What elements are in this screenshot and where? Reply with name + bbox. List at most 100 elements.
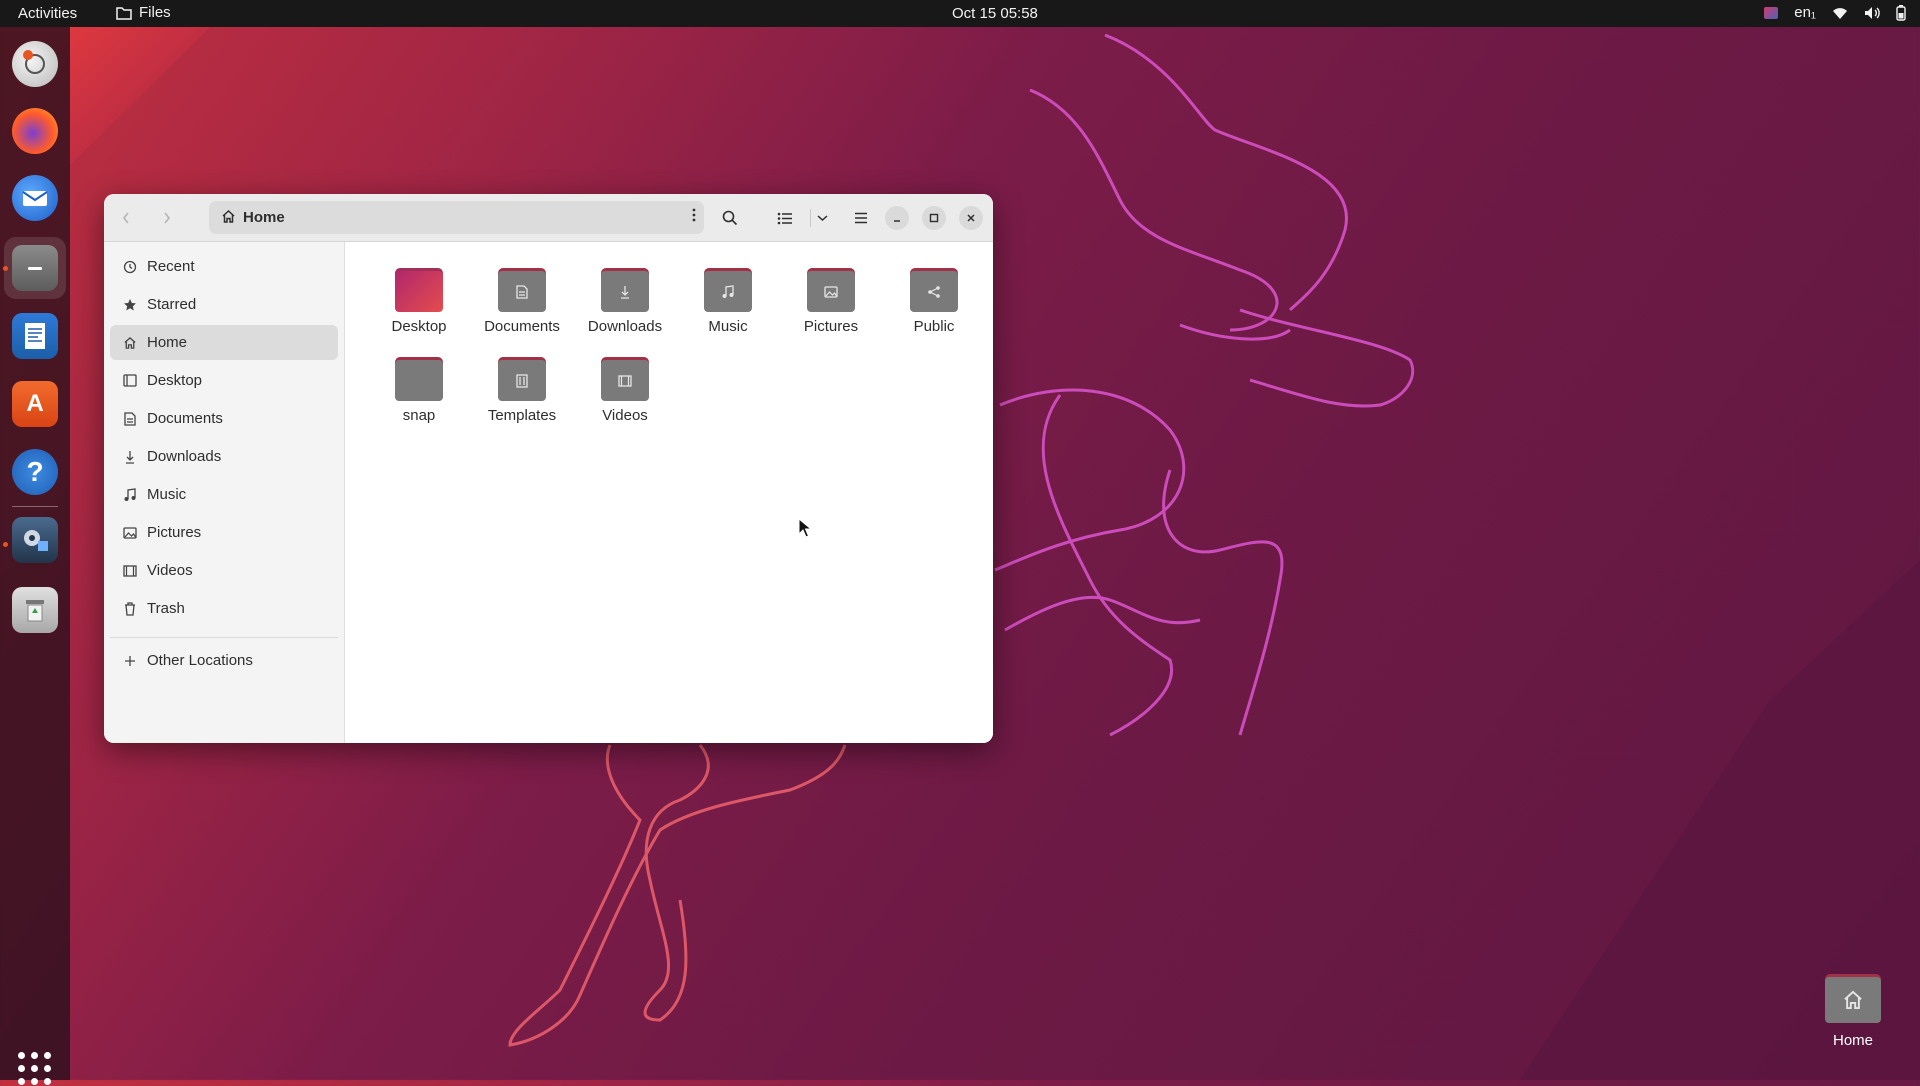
downloads-folder-icon	[601, 268, 649, 312]
forward-button[interactable]	[152, 203, 182, 233]
templates-folder-icon	[498, 357, 546, 401]
search-button[interactable]	[715, 203, 745, 233]
screenshot-app-icon[interactable]	[12, 517, 58, 563]
sidebar: Recent Starred Home Desktop Documents Do…	[104, 242, 345, 743]
trash-icon	[122, 601, 138, 616]
trash-icon[interactable]	[12, 587, 58, 633]
show-applications-button[interactable]	[18, 1052, 52, 1086]
sidebar-item-label: Recent	[147, 258, 195, 275]
running-indicator	[3, 266, 8, 271]
main-menu-button[interactable]	[846, 203, 876, 233]
mouse-cursor-icon	[798, 518, 812, 538]
home-icon	[122, 336, 138, 350]
sidebar-separator	[110, 637, 338, 638]
file-item-downloads[interactable]: Downloads	[575, 250, 675, 335]
file-label: Public	[913, 318, 955, 335]
path-bar[interactable]: Home	[209, 201, 704, 234]
pictures-folder-icon	[807, 268, 855, 312]
kebab-menu-icon	[692, 208, 696, 222]
sidebar-item-downloads[interactable]: Downloads	[110, 439, 338, 474]
sidebar-item-documents[interactable]: Documents	[110, 401, 338, 436]
file-item-desktop[interactable]: Desktop	[369, 250, 469, 335]
wifi-icon[interactable]	[1832, 6, 1848, 20]
desktop-folder-icon	[395, 268, 443, 312]
file-item-music[interactable]: Music	[678, 250, 778, 335]
videos-folder-icon	[601, 357, 649, 401]
clock-icon	[122, 260, 138, 274]
libreoffice-writer-icon[interactable]	[12, 313, 58, 359]
close-icon	[967, 214, 975, 222]
sidebar-item-other-locations[interactable]: Other Locations	[110, 643, 338, 678]
help-icon[interactable]: ?	[12, 449, 58, 495]
file-item-documents[interactable]: Documents	[472, 250, 572, 335]
star-icon	[122, 298, 138, 312]
close-button[interactable]	[959, 206, 983, 230]
desktop-icon	[122, 374, 138, 387]
file-label: Downloads	[587, 318, 663, 335]
sidebar-item-label: Home	[147, 334, 188, 351]
files-icon[interactable]	[12, 245, 58, 291]
picture-icon	[122, 526, 138, 539]
minimize-button[interactable]	[885, 206, 909, 230]
app-center-icon[interactable]: A	[12, 381, 58, 427]
file-view[interactable]: Desktop Documents Downloads Music Pictur…	[345, 242, 993, 743]
sidebar-item-label: Music	[147, 486, 187, 503]
file-label: Music	[708, 318, 748, 335]
files-window: Home Recent Starred Home Desktop Documen…	[104, 194, 993, 743]
sidebar-item-label: Pictures	[147, 524, 202, 541]
desktop-home-icon[interactable]: Home	[1818, 974, 1888, 1049]
system-tray[interactable]: en₁	[1764, 4, 1906, 21]
file-item-videos[interactable]: Videos	[575, 339, 675, 424]
activities-button[interactable]: Activities	[18, 5, 77, 22]
thunderbird-icon[interactable]	[12, 175, 58, 221]
search-icon	[722, 210, 738, 226]
file-label: Templates	[487, 407, 557, 424]
file-item-pictures[interactable]: Pictures	[781, 250, 881, 335]
firefox-icon[interactable]	[12, 108, 58, 154]
keyboard-layout[interactable]: en₁	[1794, 4, 1816, 21]
video-icon	[122, 564, 138, 577]
path-menu-button[interactable]	[692, 207, 696, 228]
maximize-button[interactable]	[922, 206, 946, 230]
maximize-icon	[929, 213, 939, 223]
file-label: Desktop	[391, 318, 447, 335]
clock[interactable]: Oct 15 05:58	[952, 5, 1038, 22]
dock: A ?	[0, 27, 70, 1085]
sidebar-item-recent[interactable]: Recent	[110, 249, 338, 284]
file-label: Pictures	[803, 318, 859, 335]
sidebar-item-videos[interactable]: Videos	[110, 553, 338, 588]
battery-icon[interactable]	[1896, 4, 1906, 21]
sidebar-item-music[interactable]: Music	[110, 477, 338, 512]
sidebar-item-pictures[interactable]: Pictures	[110, 515, 338, 550]
view-options-button[interactable]	[810, 203, 834, 233]
path-label[interactable]: Home	[243, 209, 285, 226]
document-icon	[122, 411, 138, 426]
file-item-public[interactable]: Public	[884, 250, 984, 335]
header-bar: Home	[104, 194, 993, 242]
ubuntu-installer-icon[interactable]	[12, 41, 58, 87]
music-folder-icon	[704, 268, 752, 312]
files-app-icon	[116, 6, 132, 20]
chevron-left-icon	[122, 212, 129, 224]
sidebar-item-trash[interactable]: Trash	[110, 591, 338, 626]
volume-icon[interactable]	[1864, 6, 1880, 20]
file-label: snap	[402, 407, 436, 424]
list-view-button[interactable]	[769, 203, 799, 233]
back-button[interactable]	[111, 203, 141, 233]
file-item-templates[interactable]: Templates	[472, 339, 572, 424]
documents-folder-icon	[498, 268, 546, 312]
chevron-right-icon	[164, 212, 171, 224]
sidebar-item-starred[interactable]: Starred	[110, 287, 338, 322]
file-label: Videos	[602, 407, 648, 424]
sidebar-item-label: Trash	[147, 600, 185, 617]
app-menu[interactable]: Files	[116, 4, 171, 21]
file-item-snap[interactable]: snap	[369, 339, 469, 424]
sidebar-item-label: Documents	[147, 410, 223, 427]
screen-share-indicator-icon[interactable]	[1764, 6, 1779, 19]
desktop-home-label: Home	[1832, 1032, 1873, 1049]
sidebar-item-desktop[interactable]: Desktop	[110, 363, 338, 398]
top-bar: Activities Files Oct 15 05:58 en₁	[0, 0, 1920, 27]
running-indicator	[3, 542, 8, 547]
sidebar-item-home[interactable]: Home	[110, 325, 338, 360]
public-folder-icon	[910, 268, 958, 312]
